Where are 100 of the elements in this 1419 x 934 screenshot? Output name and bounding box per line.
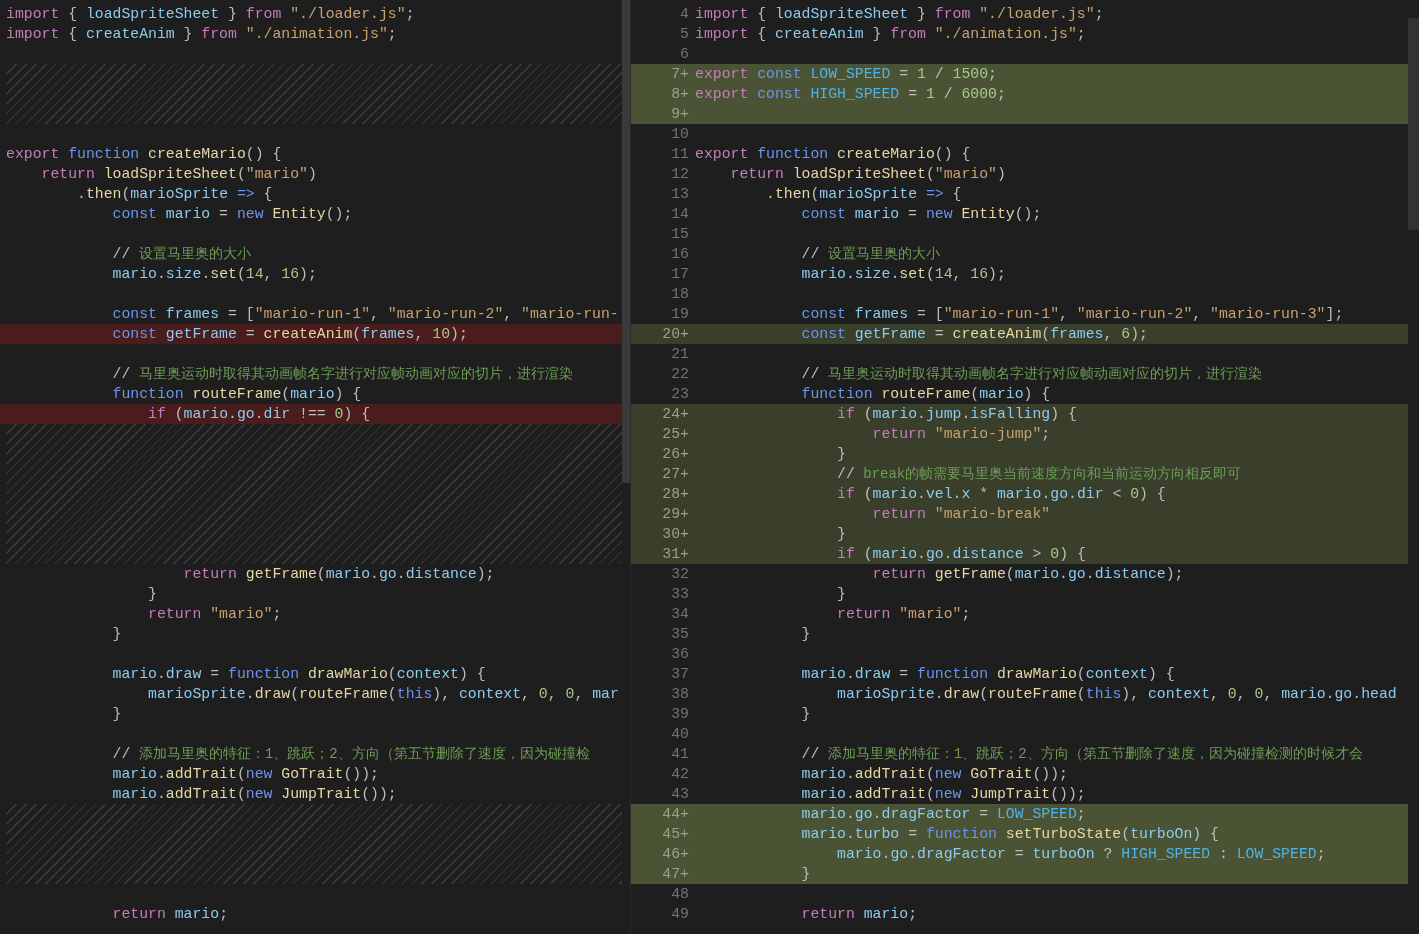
- line-number: 41: [670, 745, 689, 764]
- code-line: export function createMario() {: [6, 145, 282, 164]
- line-number: 44+: [661, 805, 689, 824]
- code-line: mario.addTrait(new GoTrait());: [111, 765, 379, 784]
- line-number: 31+: [661, 545, 689, 564]
- line-number: 16: [670, 245, 689, 264]
- code-line: if (mario.jump.isFalling) {: [836, 405, 1077, 424]
- line-number: 34: [670, 605, 689, 624]
- line-number: 23: [670, 385, 689, 404]
- code-line: return "mario";: [147, 605, 282, 624]
- code-line: const frames = ["mario-run-1", "mario-run-2", "mario-run-3"];: [800, 305, 1344, 324]
- code-line: return getFrame(mario.go.distance);: [871, 565, 1184, 584]
- code-line: }: [800, 705, 811, 724]
- code-line: export function createMario() {: [695, 145, 971, 164]
- line-number: 40: [670, 725, 689, 744]
- code-line: return mario;: [800, 905, 917, 924]
- code-line: if (mario.go.dir !== 0) {: [147, 405, 371, 424]
- line-number: 11: [670, 145, 689, 164]
- code-line: // 马里奥运动时取得其动画帧名字进行对应帧动画对应的切片，进行渲染: [800, 365, 1262, 384]
- scrollbar-thumb[interactable]: [1408, 18, 1419, 230]
- code-line: import { createAnim } from "./animation.js";: [6, 25, 397, 44]
- line-number: 24+: [661, 405, 689, 424]
- code-line: return "mario";: [836, 605, 971, 624]
- line-number: 39: [670, 705, 689, 724]
- line-number: 18: [670, 285, 689, 304]
- code-line: export const HIGH_SPEED = 1 / 6000;: [695, 85, 1006, 104]
- line-number: 33: [670, 585, 689, 604]
- code-line: function routeFrame(mario) {: [800, 385, 1051, 404]
- code-line: import { loadSpriteSheet } from "./loader.js";: [695, 5, 1104, 24]
- code-line: // 设置马里奥的大小: [111, 245, 251, 264]
- line-number: 10: [670, 125, 689, 144]
- code-line: // 马里奥运动时取得其动画帧名字进行对应帧动画对应的切片，进行渲染: [111, 365, 573, 384]
- line-number: 14: [670, 205, 689, 224]
- code-line: function routeFrame(mario) {: [111, 385, 362, 404]
- line-number: 37: [670, 665, 689, 684]
- line-number: 43: [670, 785, 689, 804]
- line-number: 46+: [661, 845, 689, 864]
- line-number: 7+: [670, 65, 689, 84]
- code-line: if (mario.go.distance > 0) {: [836, 545, 1086, 564]
- code-line: .then(marioSprite => {: [76, 185, 273, 204]
- line-number: 35: [670, 625, 689, 644]
- code-line: mario.addTrait(new JumpTrait());: [800, 785, 1086, 804]
- line-number: 49: [670, 905, 689, 924]
- code-line: // 添加马里奥的特征：1、跳跃；2、方向（第五节删除了速度，因为碰撞检: [111, 745, 590, 764]
- code-line: const mario = new Entity();: [111, 205, 353, 224]
- line-number: 20+: [661, 325, 689, 344]
- code-line: const getFrame = createAnim(frames, 10);: [111, 325, 468, 344]
- line-number: 13: [670, 185, 689, 204]
- code-line: // 设置马里奥的大小: [800, 245, 940, 264]
- code-line: marioSprite.draw(routeFrame(this), context, 0, 0, mar: [147, 685, 619, 704]
- code-line: .then(marioSprite => {: [765, 185, 962, 204]
- line-number: 27+: [661, 465, 689, 484]
- line-number: 17: [670, 265, 689, 284]
- code-line: return getFrame(mario.go.distance);: [182, 565, 495, 584]
- code-line: return loadSpriteSheet("mario"): [729, 165, 1006, 184]
- line-number: 22: [670, 365, 689, 384]
- code-line: // break的帧需要马里奥当前速度方向和当前运动方向相反即可: [836, 465, 1242, 484]
- line-number: 6: [679, 45, 689, 64]
- line-number: 25+: [661, 425, 689, 444]
- line-number: 36: [670, 645, 689, 664]
- code-line: }: [836, 525, 846, 544]
- line-number: 12: [670, 165, 689, 184]
- code-line: mario.addTrait(new GoTrait());: [800, 765, 1068, 784]
- code-line: }: [836, 445, 846, 464]
- line-number: 32: [670, 565, 689, 584]
- line-number: 45+: [661, 825, 689, 844]
- line-number: 42: [670, 765, 689, 784]
- code-line: mario.addTrait(new JumpTrait());: [111, 785, 397, 804]
- code-line: mario.go.dragFactor = LOW_SPEED;: [800, 805, 1086, 824]
- code-line: }: [147, 585, 157, 604]
- line-number: 5: [679, 25, 689, 44]
- line-number: 28+: [661, 485, 689, 504]
- line-number: 48: [670, 885, 689, 904]
- line-number: 47+: [661, 865, 689, 884]
- line-number: 9+: [670, 105, 689, 124]
- code-line: return "mario-break": [871, 505, 1051, 524]
- scrollbar-thumb[interactable]: [622, 0, 630, 483]
- code-line: const frames = ["mario-run-1", "mario-run-2", "mario-run-: [111, 305, 619, 324]
- line-number: 8+: [670, 85, 689, 104]
- line-number: 4: [679, 5, 689, 24]
- line-number: 38: [670, 685, 689, 704]
- code-line: mario.draw = function drawMario(context) {: [111, 665, 486, 684]
- code-line: marioSprite.draw(routeFrame(this), context, 0, 0, mario.go.head: [836, 685, 1397, 704]
- line-number: 29+: [661, 505, 689, 524]
- code-line: import { createAnim } from "./animation.js";: [695, 25, 1086, 44]
- code-line: return loadSpriteSheet("mario"): [40, 165, 317, 184]
- code-line: mario.size.set(14, 16);: [111, 265, 317, 284]
- code-line: import { loadSpriteSheet } from "./loader.js";: [6, 5, 415, 24]
- code-line: export const LOW_SPEED = 1 / 1500;: [695, 65, 997, 84]
- line-number: 19: [670, 305, 689, 324]
- line-number: 21: [670, 345, 689, 364]
- code-line: mario.turbo = function setTurboState(turboOn) {: [800, 825, 1219, 844]
- code-line: mario.size.set(14, 16);: [800, 265, 1006, 284]
- code-line: }: [800, 625, 811, 644]
- code-line: }: [800, 865, 811, 884]
- code-line: mario.go.dragFactor = turboOn ? HIGH_SPEED : LOW_SPEED;: [836, 845, 1326, 864]
- line-number: 15: [670, 225, 689, 244]
- code-line: const getFrame = createAnim(frames, 6);: [800, 325, 1148, 344]
- code-line: }: [111, 625, 122, 644]
- code-line: return mario;: [111, 905, 228, 924]
